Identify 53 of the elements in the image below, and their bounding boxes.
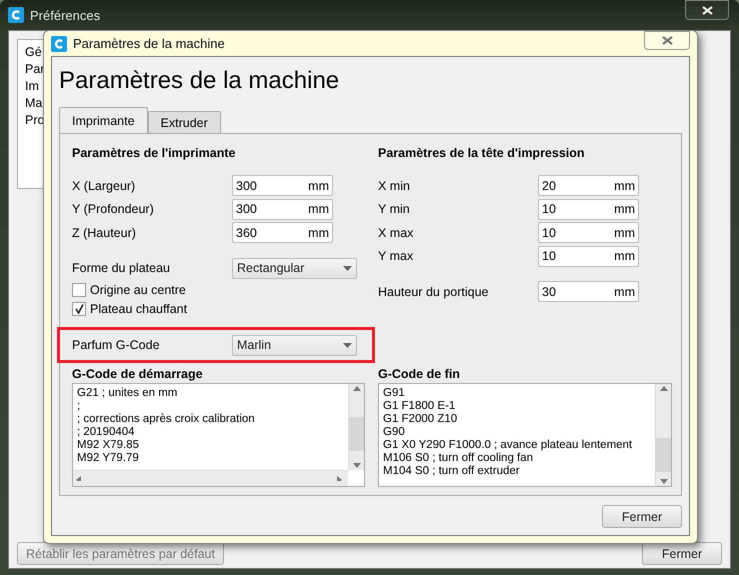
- section-title: Paramètres de l'imprimante: [72, 146, 236, 162]
- checkbox-label: Plateau chauffant: [90, 302, 188, 316]
- number-field[interactable]: 10 mm: [538, 198, 639, 220]
- scroll-up-icon[interactable]: [352, 386, 360, 391]
- section-title: G-Code de fin: [378, 367, 461, 383]
- field-label: Parfum G-Code: [72, 338, 161, 352]
- scroll-up-icon[interactable]: [660, 386, 668, 391]
- field-label: X max: [378, 226, 414, 240]
- app-logo-icon: [8, 7, 24, 23]
- number-field[interactable]: 360 mm: [232, 222, 333, 244]
- number-field[interactable]: 30 mm: [538, 281, 639, 302]
- close-icon: [662, 36, 672, 45]
- number-field[interactable]: 300 mm: [232, 175, 333, 196]
- field-label: Forme du plateau: [72, 261, 171, 276]
- scroll-left-icon[interactable]: [76, 476, 84, 481]
- checkbox[interactable]: [72, 282, 86, 297]
- scrollbar[interactable]: [73, 470, 348, 486]
- dropdown[interactable]: Marlin: [232, 334, 357, 356]
- close-icon: [702, 6, 712, 14]
- field-label: Y (Profondeur): [72, 202, 155, 216]
- number-field[interactable]: 10 mm: [538, 222, 639, 244]
- code-editor[interactable]: G21 ; unites en mm ; ; corrections après croix calibration ; 20190404 M92 X79.85 M92 Y79.79: [72, 383, 365, 487]
- field-label: Y min: [378, 202, 411, 216]
- field-label: Y max: [378, 249, 414, 264]
- window-title: Préférences: [30, 8, 100, 22]
- field-label: X min: [378, 178, 411, 193]
- scroll-down-icon[interactable]: [352, 463, 360, 468]
- window-title: Paramètres de la machine: [73, 36, 225, 51]
- scroll-down-icon[interactable]: [660, 479, 668, 484]
- section-title: G-Code de démarrage: [72, 367, 204, 383]
- dialog-heading: Paramètres de la machine: [59, 66, 340, 96]
- close-button[interactable]: [685, 0, 729, 20]
- checkbox-label: Origine au centre: [90, 282, 186, 297]
- scrollbar[interactable]: [348, 384, 364, 470]
- checkbox[interactable]: [72, 302, 86, 316]
- scrollbar[interactable]: [655, 384, 671, 486]
- tab[interactable]: Imprimante: [59, 107, 148, 134]
- caret-icon: [343, 342, 352, 348]
- number-field[interactable]: 20 mm: [538, 175, 639, 196]
- field-label: Hauteur du portique: [378, 284, 490, 299]
- number-field[interactable]: 300 mm: [232, 198, 333, 220]
- section-title: Paramètres de la tête d'impression: [378, 146, 586, 162]
- close-button[interactable]: Fermer: [642, 542, 722, 565]
- check-icon: [74, 304, 84, 314]
- dropdown[interactable]: Rectangular: [232, 258, 357, 279]
- number-field[interactable]: 10 mm: [538, 246, 639, 267]
- caret-icon: [343, 266, 352, 271]
- code-editor[interactable]: G91 G1 F1800 E-1 G1 F2000 Z10 G90 G1 X0 Y290 F1000.0 ; avance plateau lentement M106 S0 ; turn off cooling fan M104 S0 ; turn off extruder: [378, 383, 672, 487]
- tab[interactable]: Extruder: [148, 111, 221, 134]
- close-button[interactable]: Fermer: [602, 505, 682, 528]
- field-label: Z (Hauteur): [72, 226, 137, 240]
- app-logo-icon: [51, 36, 67, 52]
- field-label: X (Largeur): [72, 178, 136, 193]
